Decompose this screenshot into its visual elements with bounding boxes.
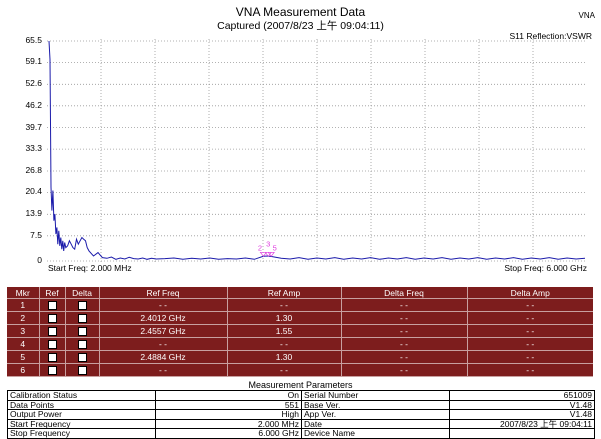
- marker-number: 1: [7, 298, 39, 312]
- delta-amp-cell: - -: [466, 324, 593, 338]
- delta-amp-cell: - -: [466, 311, 593, 325]
- marker-number: 2: [7, 311, 39, 325]
- ref-freq-cell: - -: [98, 298, 227, 312]
- y-tick-label: 46.2: [25, 99, 42, 110]
- param-value: 651009: [449, 390, 595, 401]
- delta-amp-cell: - -: [466, 298, 593, 312]
- param-label: Stop Frequency: [7, 428, 156, 439]
- ref-checkbox[interactable]: [38, 337, 65, 351]
- param-row: Output Power High App Ver. V1.48: [7, 409, 595, 420]
- param-label: Output Power: [7, 409, 156, 420]
- param-label: Calibration Status: [7, 390, 156, 401]
- marker-number: 5: [7, 350, 39, 364]
- param-value: [449, 428, 595, 439]
- param-value: High: [155, 409, 302, 420]
- report-title: VNA Measurement Data: [235, 5, 366, 19]
- ref-amp-cell: - -: [226, 298, 341, 312]
- marker-row: 1- -- -- -- -: [7, 298, 593, 312]
- y-tick-label: 7.5: [30, 229, 42, 240]
- param-row: Data Points 551 Base Ver. V1.48: [7, 399, 595, 411]
- marker-panel: Mkr Ref Delta Ref Freq Ref Amp Delta Fre…: [7, 287, 593, 377]
- marker-row: 2 2.4012 GHz 1.30- -- -: [7, 311, 593, 325]
- ref-checkbox[interactable]: [38, 298, 65, 312]
- ref-amp-cell: 1.55: [226, 324, 341, 338]
- ref-freq-cell: 2.4884 GHz: [98, 350, 227, 364]
- col-delta-freq: Delta Freq: [340, 287, 467, 299]
- col-delta-amp: Delta Amp: [466, 287, 593, 299]
- marker-row: 6- -- -- -- -: [7, 363, 593, 377]
- param-value: 551: [155, 399, 302, 411]
- app-tag: VNA: [578, 11, 595, 20]
- param-row: Calibration Status On Serial Number 651009: [7, 390, 595, 401]
- marker-label: 3: [266, 239, 270, 248]
- delta-checkbox[interactable]: [64, 350, 99, 364]
- ref-amp-cell: - -: [226, 337, 341, 351]
- col-ref-freq: Ref Freq: [98, 287, 227, 299]
- start-freq-label: Start Freq: 2.000 MHz: [48, 263, 132, 273]
- col-delta: Delta: [64, 287, 99, 299]
- y-tick-label: 20.4: [25, 186, 42, 197]
- delta-amp-cell: - -: [466, 363, 593, 377]
- marker-label: 5: [273, 243, 277, 252]
- delta-amp-cell: - -: [466, 337, 593, 351]
- ref-amp-cell: 1.30: [226, 350, 341, 364]
- ref-checkbox[interactable]: [38, 324, 65, 338]
- delta-freq-cell: - -: [340, 298, 467, 312]
- param-value: On: [155, 390, 302, 401]
- ref-amp-cell: - -: [226, 363, 341, 377]
- delta-freq-cell: - -: [340, 311, 467, 325]
- param-label: Device Name: [301, 428, 450, 439]
- delta-freq-cell: - -: [340, 350, 467, 364]
- ref-amp-cell: 1.30: [226, 311, 341, 325]
- marker-row: 4- -- -- -- -: [7, 337, 593, 351]
- marker-number: 3: [7, 324, 39, 338]
- col-ref-amp: Ref Amp: [226, 287, 341, 299]
- params-title: Measurement Parameters: [248, 380, 353, 390]
- delta-checkbox[interactable]: [64, 324, 99, 338]
- vswr-plot: 235: [47, 39, 587, 263]
- y-tick-label: 33.3: [25, 143, 42, 154]
- marker-row: 3 2.4557 GHz 1.55- -- -: [7, 324, 593, 338]
- marker-label: 2: [258, 243, 262, 252]
- y-tick-label: 65.5: [25, 35, 42, 45]
- marker-row: 5 2.4884 GHz 1.30- -- -: [7, 350, 593, 364]
- marker-number: 6: [7, 363, 39, 377]
- stop-freq-label: Stop Freq: 6.000 GHz: [504, 263, 587, 273]
- marker-table: Mkr Ref Delta Ref Freq Ref Amp Delta Fre…: [7, 287, 593, 377]
- delta-checkbox[interactable]: [64, 298, 99, 312]
- ref-freq-cell: 2.4012 GHz: [98, 311, 227, 325]
- ref-freq-cell: - -: [98, 363, 227, 377]
- param-label: Serial Number: [301, 390, 450, 401]
- marker-number: 4: [7, 337, 39, 351]
- ref-checkbox[interactable]: [38, 350, 65, 364]
- param-value: V1.48: [449, 409, 595, 420]
- delta-freq-cell: - -: [340, 337, 467, 351]
- delta-amp-cell: - -: [466, 350, 593, 364]
- param-row: Start Frequency 2.000 MHz Date 2007/8/23 上午…: [7, 418, 595, 430]
- param-label: App Ver.: [301, 409, 450, 420]
- delta-freq-cell: - -: [340, 324, 467, 338]
- params-table: Calibration Status On Serial Number 651009 D…: [7, 390, 595, 439]
- delta-checkbox[interactable]: [64, 337, 99, 351]
- ref-checkbox[interactable]: [38, 311, 65, 325]
- ref-checkbox[interactable]: [38, 363, 65, 377]
- param-row: Stop Frequency 6.000 GHz Device Name: [7, 428, 595, 439]
- y-tick-label: 13.9: [25, 208, 42, 219]
- delta-freq-cell: - -: [340, 363, 467, 377]
- y-tick-label: 59.1: [25, 56, 42, 67]
- y-tick-label: 39.7: [25, 121, 42, 132]
- param-value: 6.000 GHz: [155, 428, 302, 439]
- param-value: 2007/8/23 上午 09:04:11: [449, 418, 595, 430]
- ref-freq-cell: - -: [98, 337, 227, 351]
- y-tick-label: 52.6: [25, 78, 42, 89]
- delta-checkbox[interactable]: [64, 363, 99, 377]
- col-ref: Ref: [38, 287, 65, 299]
- ref-freq-cell: 2.4557 GHz: [98, 324, 227, 338]
- y-tick-label: 0: [37, 255, 42, 265]
- delta-checkbox[interactable]: [64, 311, 99, 325]
- y-tick-label: 26.8: [25, 164, 42, 175]
- col-mkr: Mkr: [7, 287, 39, 299]
